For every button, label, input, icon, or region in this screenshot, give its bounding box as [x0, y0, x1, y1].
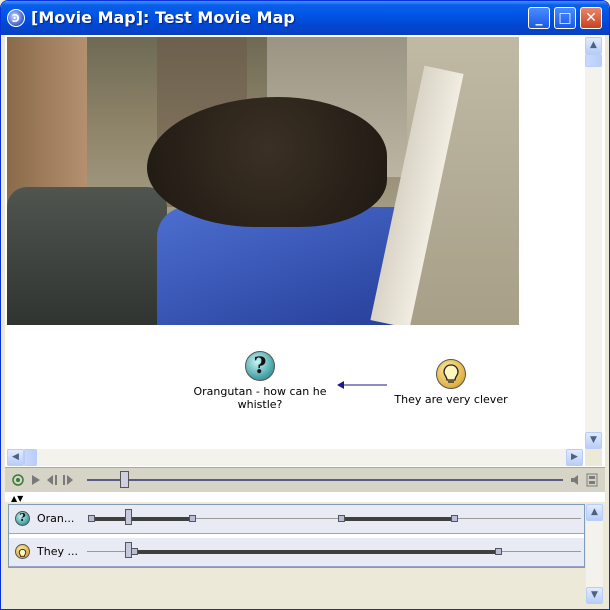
scroll-left-button[interactable]: ◀: [7, 449, 24, 466]
playback-scrubber[interactable]: [120, 471, 130, 488]
segment-handle[interactable]: [189, 515, 196, 522]
node-label: They are very clever: [394, 393, 508, 406]
link-arrow: [337, 381, 387, 389]
scroll-up-button[interactable]: ▲: [585, 37, 602, 54]
play-icon[interactable]: [29, 473, 43, 487]
close-button[interactable]: ✕: [580, 7, 602, 29]
segment-handle[interactable]: [88, 515, 95, 522]
film-strip-icon[interactable]: [585, 473, 599, 487]
question-icon: ?: [15, 511, 30, 526]
scroll-down-button[interactable]: ▼: [585, 432, 602, 449]
scroll-down-button[interactable]: ▼: [586, 587, 603, 604]
lightbulb-icon: [15, 544, 30, 559]
horizontal-scrollbar[interactable]: ◀ ▶: [7, 449, 583, 466]
scroll-up-button[interactable]: ▲: [586, 504, 603, 521]
vertical-scrollbar[interactable]: ▲ ▼: [585, 37, 602, 449]
track-segment[interactable]: [341, 517, 457, 521]
question-icon: ?: [245, 351, 275, 381]
timeline-track-list: ? Oran... They ...: [8, 504, 585, 568]
track-segment[interactable]: [133, 550, 499, 554]
record-icon[interactable]: [11, 473, 25, 487]
track-playhead[interactable]: [125, 542, 132, 558]
volume-icon[interactable]: [569, 473, 583, 487]
scroll-right-button[interactable]: ▶: [566, 449, 583, 466]
transport-bar: [5, 467, 605, 492]
scroll-thumb[interactable]: [24, 449, 37, 466]
lightbulb-icon: [436, 359, 466, 389]
minimize-button[interactable]: _: [528, 7, 550, 29]
scroll-thumb[interactable]: [585, 54, 602, 67]
track-playhead[interactable]: [125, 509, 132, 525]
title-bar[interactable]: Ͽ [Movie Map]: Test Movie Map _ □ ✕: [1, 1, 609, 35]
segment-handle[interactable]: [131, 548, 138, 555]
step-forward-icon[interactable]: [61, 473, 75, 487]
app-icon: Ͽ: [7, 9, 25, 27]
playback-track[interactable]: [87, 479, 563, 481]
step-back-icon[interactable]: [45, 473, 59, 487]
segment-handle[interactable]: [338, 515, 345, 522]
timeline-track-row[interactable]: ? Oran...: [9, 505, 584, 534]
window-title: [Movie Map]: Test Movie Map: [31, 8, 295, 27]
map-node-idea[interactable]: They are very clever: [391, 359, 511, 406]
track-segment[interactable]: [91, 517, 191, 521]
timeline-track-row[interactable]: They ...: [9, 538, 584, 567]
map-canvas[interactable]: ? Orangutan - how can he whistle? They a…: [7, 37, 583, 449]
track-label: Oran...: [37, 512, 75, 525]
segment-handle[interactable]: [451, 515, 458, 522]
content-area: ? Orangutan - how can he whistle? They a…: [5, 35, 605, 607]
maximize-button[interactable]: □: [554, 7, 576, 29]
map-node-question[interactable]: ? Orangutan - how can he whistle?: [193, 351, 327, 411]
track-label: They ...: [37, 545, 78, 558]
node-label: Orangutan - how can he whistle?: [193, 385, 327, 411]
segment-handle[interactable]: [495, 548, 502, 555]
video-frame[interactable]: [7, 37, 519, 325]
scroll-corner: [585, 449, 602, 466]
timeline-panel: ? Oran... They ... ▲ ▼: [5, 502, 605, 607]
movie-map-window: Ͽ [Movie Map]: Test Movie Map _ □ ✕ ? Or…: [0, 0, 610, 610]
timeline-vertical-scrollbar[interactable]: ▲ ▼: [586, 504, 603, 604]
